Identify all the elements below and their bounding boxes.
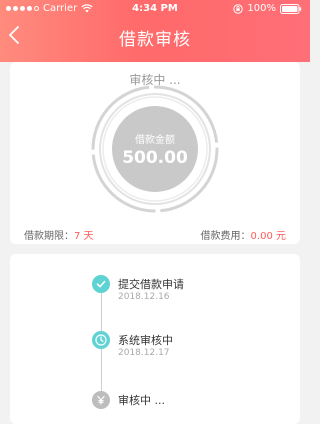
- loan-fee: 借款费用：0.00 元: [201, 227, 286, 242]
- step-title: 审核中 ...: [118, 394, 165, 407]
- battery-percent: 100%: [247, 3, 276, 14]
- nav-bar: 借款审核: [0, 20, 310, 52]
- loan-summary-card: 审核中 ... 借款金额 500.00 借款期限：7 天 借款费用：0.00 元: [10, 62, 300, 244]
- clock-icon: [92, 331, 110, 349]
- loan-term: 借款期限：7 天: [24, 227, 94, 242]
- loan-term-value: 7 天: [74, 231, 94, 242]
- yen-icon: [92, 391, 110, 409]
- loan-info-row: 借款期限：7 天 借款费用：0.00 元: [24, 227, 286, 242]
- step-date: 2018.12.17: [118, 348, 170, 358]
- status-right: 100%: [233, 3, 302, 14]
- timeline-card: 提交借款申请 2018.12.16 系统审核中 2018.12.17 审核中 .…: [10, 254, 300, 424]
- dial-rings-icon: [91, 85, 219, 213]
- step-title: 提交借款申请: [118, 278, 184, 291]
- status-bar: Carrier 4:34 PM 100%: [0, 0, 310, 20]
- battery-icon: [280, 3, 302, 14]
- page-title: 借款审核: [119, 30, 191, 50]
- rotation-lock-icon: [233, 3, 244, 14]
- header-bar: Carrier 4:34 PM 100% 借款审核: [0, 0, 310, 62]
- loan-term-label: 借款期限：: [24, 231, 74, 242]
- loan-fee-value: 0.00 元: [250, 231, 286, 242]
- loan-fee-label: 借款费用：: [200, 231, 251, 242]
- step-title: 系统审核中: [118, 334, 173, 347]
- amount-dial: 借款金额 500.00: [90, 84, 220, 214]
- step-date: 2018.12.16: [118, 292, 170, 302]
- check-icon: [92, 275, 110, 293]
